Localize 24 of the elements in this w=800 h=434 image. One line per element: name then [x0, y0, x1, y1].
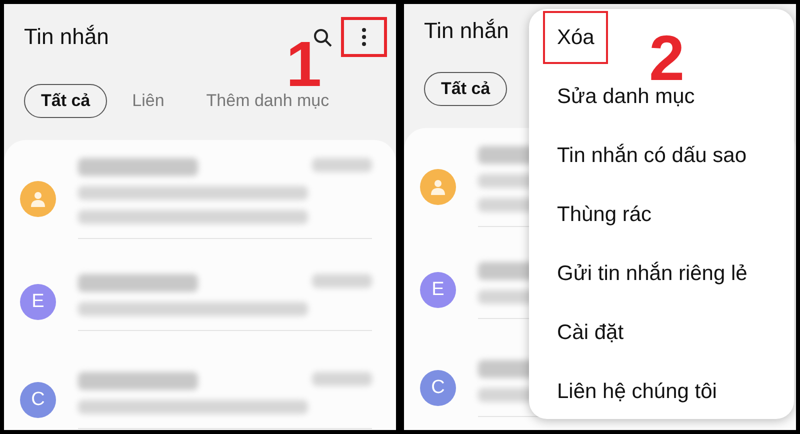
step-number: 2	[649, 26, 685, 90]
screen-title: Tin nhắn	[24, 24, 109, 50]
person-icon	[31, 190, 45, 206]
category-tab[interactable]: Tất cả	[24, 84, 108, 118]
category-tab[interactable]: Tất cả	[424, 72, 508, 106]
menu-item[interactable]: Gửi tin nhắn riêng lẻ	[543, 248, 762, 301]
more-icon	[362, 27, 366, 47]
person-icon	[431, 178, 445, 194]
more-button[interactable]	[342, 18, 386, 56]
blurred-text	[312, 372, 372, 386]
menu-item[interactable]: Tin nhắn có dấu sao	[543, 129, 761, 182]
menu-item[interactable]: Thùng rác	[543, 188, 666, 242]
blurred-text	[312, 158, 372, 172]
avatar-letter: E	[32, 291, 44, 313]
avatar-letter: E	[432, 279, 444, 301]
category-tab[interactable]: Liên	[115, 84, 182, 118]
menu-item[interactable]: Cài đặt	[543, 306, 638, 360]
screen-title: Tin nhắn	[424, 18, 509, 44]
step-number: 1	[286, 32, 322, 96]
menu-item[interactable]: Xóa	[543, 11, 608, 64]
avatar-letter: C	[31, 389, 45, 411]
menu-item[interactable]: Liên hệ chúng tôi	[543, 366, 731, 419]
avatar-letter: C	[431, 377, 445, 399]
blurred-text	[312, 274, 372, 288]
